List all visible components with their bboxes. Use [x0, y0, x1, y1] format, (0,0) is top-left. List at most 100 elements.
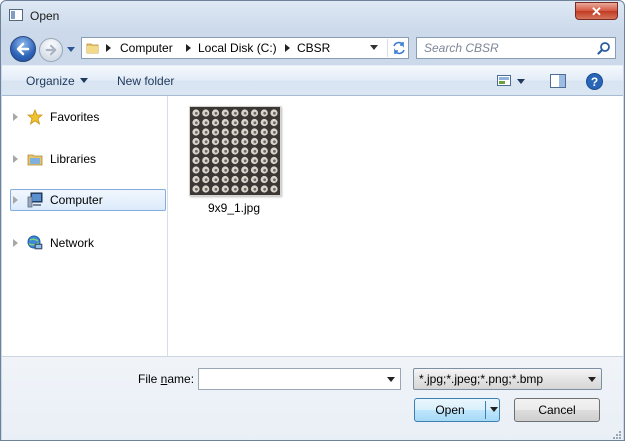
- grid-dot-center: [273, 140, 276, 144]
- nav-label: Network: [50, 236, 95, 250]
- breadcrumb-separator[interactable]: [186, 44, 191, 52]
- close-button[interactable]: ✕: [575, 2, 618, 20]
- grid-dot-center: [204, 159, 208, 163]
- grid-dot-center: [273, 178, 276, 182]
- refresh-icon: [393, 41, 405, 55]
- grid-dot-center: [263, 159, 267, 163]
- grid-dot-center: [195, 178, 198, 182]
- grid-dot-center: [224, 149, 228, 153]
- expand-arrow-icon[interactable]: [13, 239, 18, 247]
- chevron-down-icon: [517, 79, 525, 84]
- breadcrumb-separator[interactable]: [106, 44, 111, 52]
- grid-dot-center: [195, 121, 198, 125]
- open-button[interactable]: Open: [414, 398, 500, 422]
- cancel-button[interactable]: Cancel: [514, 398, 600, 422]
- grid-dot-center: [253, 121, 257, 125]
- breadcrumb-computer[interactable]: Computer: [120, 41, 173, 55]
- nav-item-computer[interactable]: Computer: [10, 189, 166, 211]
- breadcrumb-separator[interactable]: [285, 44, 290, 52]
- grid-dot-center: [204, 140, 208, 144]
- search-box[interactable]: Search CBSR: [416, 37, 616, 59]
- forward-button[interactable]: [39, 38, 63, 62]
- preview-pane-icon[interactable]: [550, 74, 566, 89]
- change-view-button[interactable]: [496, 73, 526, 89]
- grid-dot-center: [224, 111, 228, 115]
- grid-dot-center: [253, 187, 257, 191]
- grid-dot-center: [224, 130, 228, 134]
- library-icon: [27, 154, 43, 166]
- grid-dot-center: [195, 149, 198, 153]
- grid-dot-center: [263, 168, 267, 172]
- back-button[interactable]: [10, 36, 36, 62]
- grid-dot-center: [273, 121, 276, 125]
- file-type-filter[interactable]: *.jpg;*.jpeg;*.png;*.bmp: [413, 368, 602, 390]
- grid-dot-center: [263, 130, 267, 134]
- open-label: Open: [435, 403, 465, 417]
- history-dropdown-icon[interactable]: [66, 44, 76, 54]
- split-divider: [485, 401, 486, 419]
- grid-dot-center: [234, 159, 237, 163]
- grid-dot-center: [195, 140, 198, 144]
- address-dropdown-icon[interactable]: [370, 45, 378, 50]
- refresh-button[interactable]: [387, 39, 408, 57]
- grid-dot-center: [263, 111, 267, 115]
- grid-dot-center: [204, 187, 208, 191]
- star-icon: [27, 109, 43, 125]
- grid-dot-center: [253, 168, 257, 172]
- dot-grid-image: [190, 107, 280, 195]
- nav-item-network[interactable]: Network: [10, 232, 166, 254]
- nav-label: Libraries: [50, 152, 97, 166]
- file-name-label-part: File: [138, 372, 161, 386]
- chevron-down-icon[interactable]: [387, 377, 395, 382]
- breadcrumb-cbsr[interactable]: CBSR: [297, 41, 330, 55]
- grid-dot-center: [243, 178, 247, 182]
- grid-dot-center: [253, 149, 257, 153]
- file-item[interactable]: 9x9_1.jpg: [189, 106, 283, 218]
- grid-dot-center: [204, 178, 208, 182]
- grid-dot-center: [234, 111, 237, 115]
- expand-arrow-icon[interactable]: [13, 113, 18, 121]
- grid-dot-center: [273, 149, 276, 153]
- open-dropdown-icon[interactable]: [490, 407, 498, 412]
- grid-dot-center: [263, 187, 267, 191]
- svg-text:?: ?: [591, 75, 598, 89]
- file-name-input[interactable]: [198, 368, 401, 390]
- grid-dot-center: [263, 121, 267, 125]
- grid-dot-center: [214, 187, 218, 191]
- window-icon: [9, 9, 23, 21]
- grid-dot-center: [234, 187, 237, 191]
- grid-dot-center: [273, 130, 276, 134]
- address-bar[interactable]: Computer Local Disk (C:) CBSR: [81, 37, 409, 59]
- grid-dot-center: [224, 178, 228, 182]
- chevron-down-icon[interactable]: [588, 377, 596, 382]
- command-bar: Organize New folder ?: [2, 65, 623, 96]
- grid-dot-center: [243, 159, 247, 163]
- help-icon[interactable]: ?: [586, 73, 603, 90]
- breadcrumb-local-disk[interactable]: Local Disk (C:): [198, 41, 277, 55]
- grid-dot-center: [253, 130, 257, 134]
- expand-arrow-icon[interactable]: [13, 196, 18, 204]
- search-icon[interactable]: [597, 41, 611, 55]
- nav-item-favorites[interactable]: Favorites: [10, 106, 166, 128]
- search-input[interactable]: Search CBSR: [424, 41, 499, 55]
- grid-dot-center: [204, 168, 208, 172]
- grid-dot-center: [234, 178, 237, 182]
- grid-dot-center: [214, 168, 218, 172]
- chevron-down-icon: [79, 78, 88, 83]
- file-thumbnail: [189, 106, 281, 196]
- network-icon: [27, 235, 43, 250]
- grid-dot-center: [204, 130, 208, 134]
- grid-dot-center: [224, 121, 228, 125]
- grid-dot-center: [263, 149, 267, 153]
- computer-icon: [27, 192, 43, 208]
- resize-grip-icon[interactable]: [611, 429, 621, 439]
- file-list: 9x9_1.jpg: [169, 96, 623, 356]
- grid-dot-center: [204, 121, 208, 125]
- organize-menu[interactable]: Organize: [26, 74, 88, 88]
- file-name-label-part: ame:: [167, 372, 195, 386]
- expand-arrow-icon[interactable]: [13, 155, 18, 163]
- grid-dot-center: [195, 159, 198, 163]
- grid-dot-center: [243, 130, 247, 134]
- nav-item-libraries[interactable]: Libraries: [10, 148, 166, 170]
- new-folder-button[interactable]: New folder: [117, 74, 174, 88]
